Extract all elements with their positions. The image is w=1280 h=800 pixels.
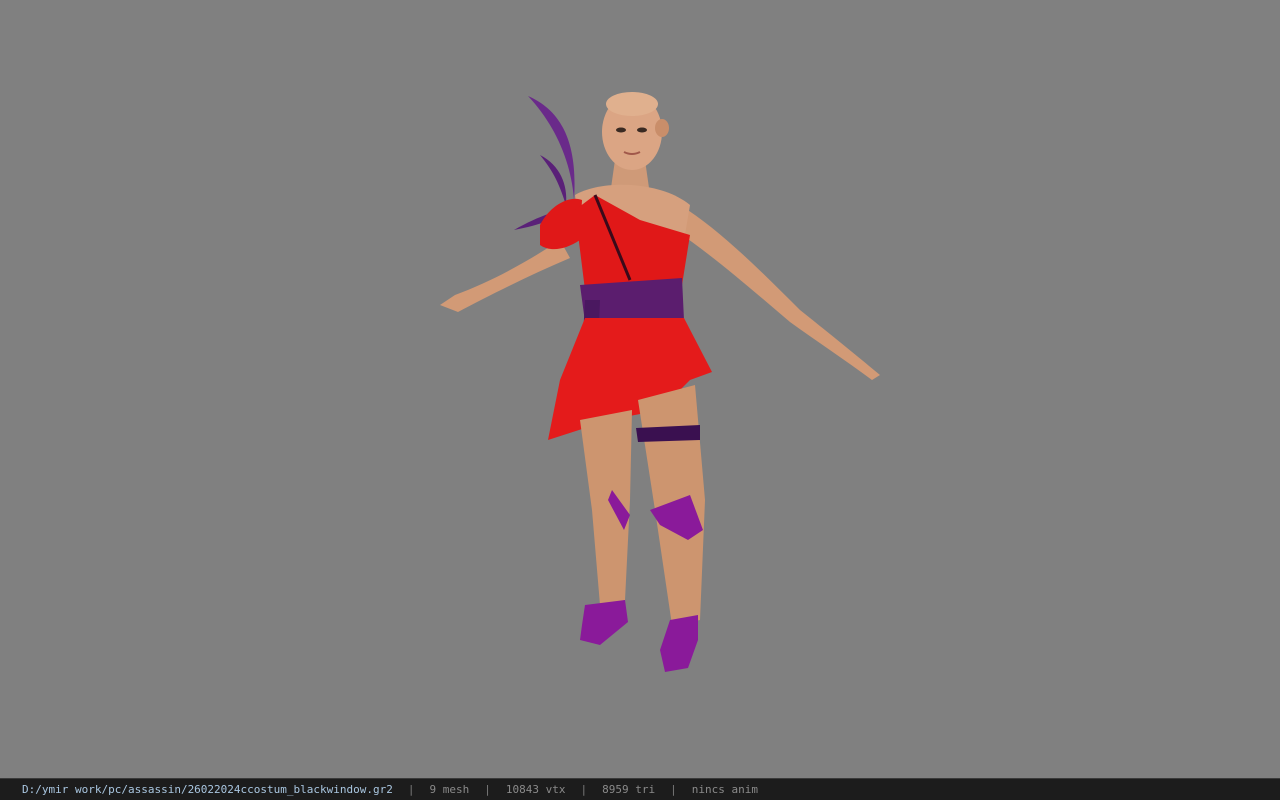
3d-viewport[interactable] — [0, 0, 1280, 778]
status-bar: D:/ymir work/pc/assassin/26022024ccostum… — [0, 778, 1280, 800]
feather — [528, 96, 575, 200]
eye — [637, 127, 647, 133]
separator: | — [484, 783, 491, 796]
left-shoe — [580, 600, 628, 645]
triangle-count: 8959 tri — [602, 783, 656, 796]
hair-bun — [655, 119, 669, 137]
right-arm — [675, 205, 880, 380]
separator: | — [580, 783, 588, 796]
eye — [616, 127, 626, 133]
animation-status: nincs anim — [691, 783, 758, 796]
vertex-count: 10843 vtx — [505, 783, 566, 796]
right-shoe — [660, 615, 698, 672]
separator: | — [407, 783, 415, 796]
feather — [540, 155, 567, 205]
file-path: D:/ymir work/pc/assassin/26022024ccostum… — [22, 783, 393, 796]
mesh-count: 9 mesh — [429, 783, 470, 796]
sleeve — [540, 198, 582, 250]
left-arm — [440, 240, 570, 312]
character-model — [440, 92, 880, 672]
separator: | — [670, 783, 677, 796]
